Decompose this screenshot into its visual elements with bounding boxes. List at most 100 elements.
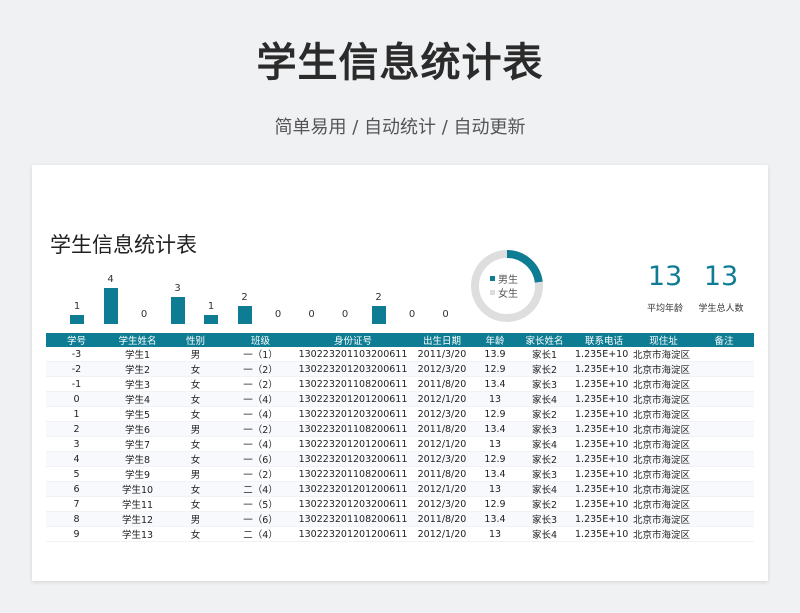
table-cell[interactable]: 1.235E+10 [575,481,633,497]
table-cell[interactable]: 男 [168,347,223,362]
table-cell[interactable]: 家长2 [514,361,575,377]
table-cell[interactable]: 2012/1/20 [408,391,476,407]
table-cell[interactable]: 2011/8/20 [408,466,476,482]
table-cell[interactable]: 1.235E+10 [575,511,633,527]
table-cell[interactable]: 9 [46,526,107,542]
table-cell[interactable]: 北京市海淀区 [633,421,694,437]
table-cell[interactable]: 家长3 [514,421,575,437]
table-cell[interactable] [694,526,754,542]
table-cell[interactable] [694,421,754,437]
table-cell[interactable] [694,376,754,392]
table-cell[interactable]: 二（4） [223,526,298,542]
table-cell[interactable] [694,451,754,467]
table-cell[interactable]: 一（4） [223,406,298,422]
table-cell[interactable]: 1.235E+10 [575,347,633,362]
table-cell[interactable]: 女 [168,361,223,377]
table-cell[interactable]: 3 [46,436,107,452]
table-cell[interactable]: 130223201203200611 [298,451,408,467]
table-cell[interactable]: 4 [46,451,107,467]
table-cell[interactable]: 学生1 [107,347,168,362]
table-cell[interactable] [694,496,754,512]
table-cell[interactable]: 12.9 [476,361,514,377]
table-cell[interactable]: 家长2 [514,406,575,422]
table-cell[interactable]: 2012/3/20 [408,451,476,467]
table-cell[interactable]: 2011/8/20 [408,421,476,437]
table-cell[interactable]: 13.4 [476,466,514,482]
table-cell[interactable]: 家长3 [514,376,575,392]
table-cell[interactable]: 一（6） [223,451,298,467]
table-cell[interactable]: 1.235E+10 [575,496,633,512]
table-cell[interactable]: 一（1） [223,347,298,362]
table-cell[interactable]: 6 [46,481,107,497]
table-cell[interactable]: 家长4 [514,526,575,542]
table-cell[interactable]: 北京市海淀区 [633,406,694,422]
table-cell[interactable]: 男 [168,466,223,482]
table-cell[interactable]: 130223201201200611 [298,526,408,542]
table-cell[interactable] [694,511,754,527]
table-cell[interactable]: -2 [46,361,107,377]
table-cell[interactable]: 家长3 [514,466,575,482]
table-cell[interactable]: 13 [476,436,514,452]
table-cell[interactable]: 北京市海淀区 [633,376,694,392]
table-cell[interactable]: 130223201203200611 [298,496,408,512]
table-cell[interactable]: 1.235E+10 [575,361,633,377]
table-cell[interactable]: 130223201203200611 [298,361,408,377]
table-cell[interactable]: 12.9 [476,406,514,422]
table-cell[interactable]: 一（4） [223,391,298,407]
table-cell[interactable]: -1 [46,376,107,392]
table-cell[interactable]: 女 [168,451,223,467]
table-cell[interactable]: 13.4 [476,376,514,392]
table-cell[interactable]: 北京市海淀区 [633,481,694,497]
table-cell[interactable]: 13 [476,481,514,497]
table-cell[interactable] [694,361,754,377]
table-cell[interactable]: 女 [168,481,223,497]
table-cell[interactable]: 北京市海淀区 [633,391,694,407]
table-cell[interactable]: -3 [46,347,107,362]
table-cell[interactable]: 130223201201200611 [298,391,408,407]
table-cell[interactable]: 女 [168,436,223,452]
table-cell[interactable]: 130223201203200611 [298,406,408,422]
table-cell[interactable]: 北京市海淀区 [633,347,694,362]
table-cell[interactable]: 2011/3/20 [408,347,476,362]
table-cell[interactable]: 2 [46,421,107,437]
table-cell[interactable] [694,406,754,422]
table-cell[interactable]: 2011/8/20 [408,511,476,527]
table-cell[interactable]: 1.235E+10 [575,466,633,482]
table-cell[interactable]: 130223201108200611 [298,466,408,482]
table-cell[interactable]: 北京市海淀区 [633,466,694,482]
table-cell[interactable] [694,391,754,407]
table-cell[interactable]: 家长4 [514,481,575,497]
table-cell[interactable]: 一（2） [223,421,298,437]
table-cell[interactable]: 一（2） [223,466,298,482]
table-cell[interactable]: 130223201108200611 [298,376,408,392]
table-cell[interactable]: 12.9 [476,496,514,512]
table-cell[interactable]: 7 [46,496,107,512]
table-cell[interactable]: 学生4 [107,391,168,407]
table-cell[interactable]: 北京市海淀区 [633,361,694,377]
table-cell[interactable]: 130223201103200611 [298,347,408,362]
table-cell[interactable]: 1.235E+10 [575,406,633,422]
table-cell[interactable]: 5 [46,466,107,482]
table-cell[interactable]: 学生2 [107,361,168,377]
table-cell[interactable]: 1.235E+10 [575,391,633,407]
table-cell[interactable]: 学生3 [107,376,168,392]
table-cell[interactable]: 130223201201200611 [298,481,408,497]
table-cell[interactable]: 2012/3/20 [408,406,476,422]
table-cell[interactable]: 女 [168,391,223,407]
table-cell[interactable]: 2012/1/20 [408,481,476,497]
table-cell[interactable]: 一（2） [223,376,298,392]
table-cell[interactable]: 1.235E+10 [575,451,633,467]
table-cell[interactable]: 13 [476,526,514,542]
table-cell[interactable]: 学生8 [107,451,168,467]
table-cell[interactable]: 二（4） [223,481,298,497]
table-cell[interactable]: 家长1 [514,347,575,362]
table-cell[interactable]: 2012/1/20 [408,436,476,452]
table-cell[interactable] [694,466,754,482]
table-cell[interactable]: 女 [168,526,223,542]
table-cell[interactable]: 家长3 [514,511,575,527]
table-cell[interactable]: 北京市海淀区 [633,451,694,467]
table-cell[interactable]: 2012/1/20 [408,526,476,542]
table-cell[interactable]: 1.235E+10 [575,436,633,452]
table-cell[interactable]: 北京市海淀区 [633,511,694,527]
table-cell[interactable]: 学生5 [107,406,168,422]
